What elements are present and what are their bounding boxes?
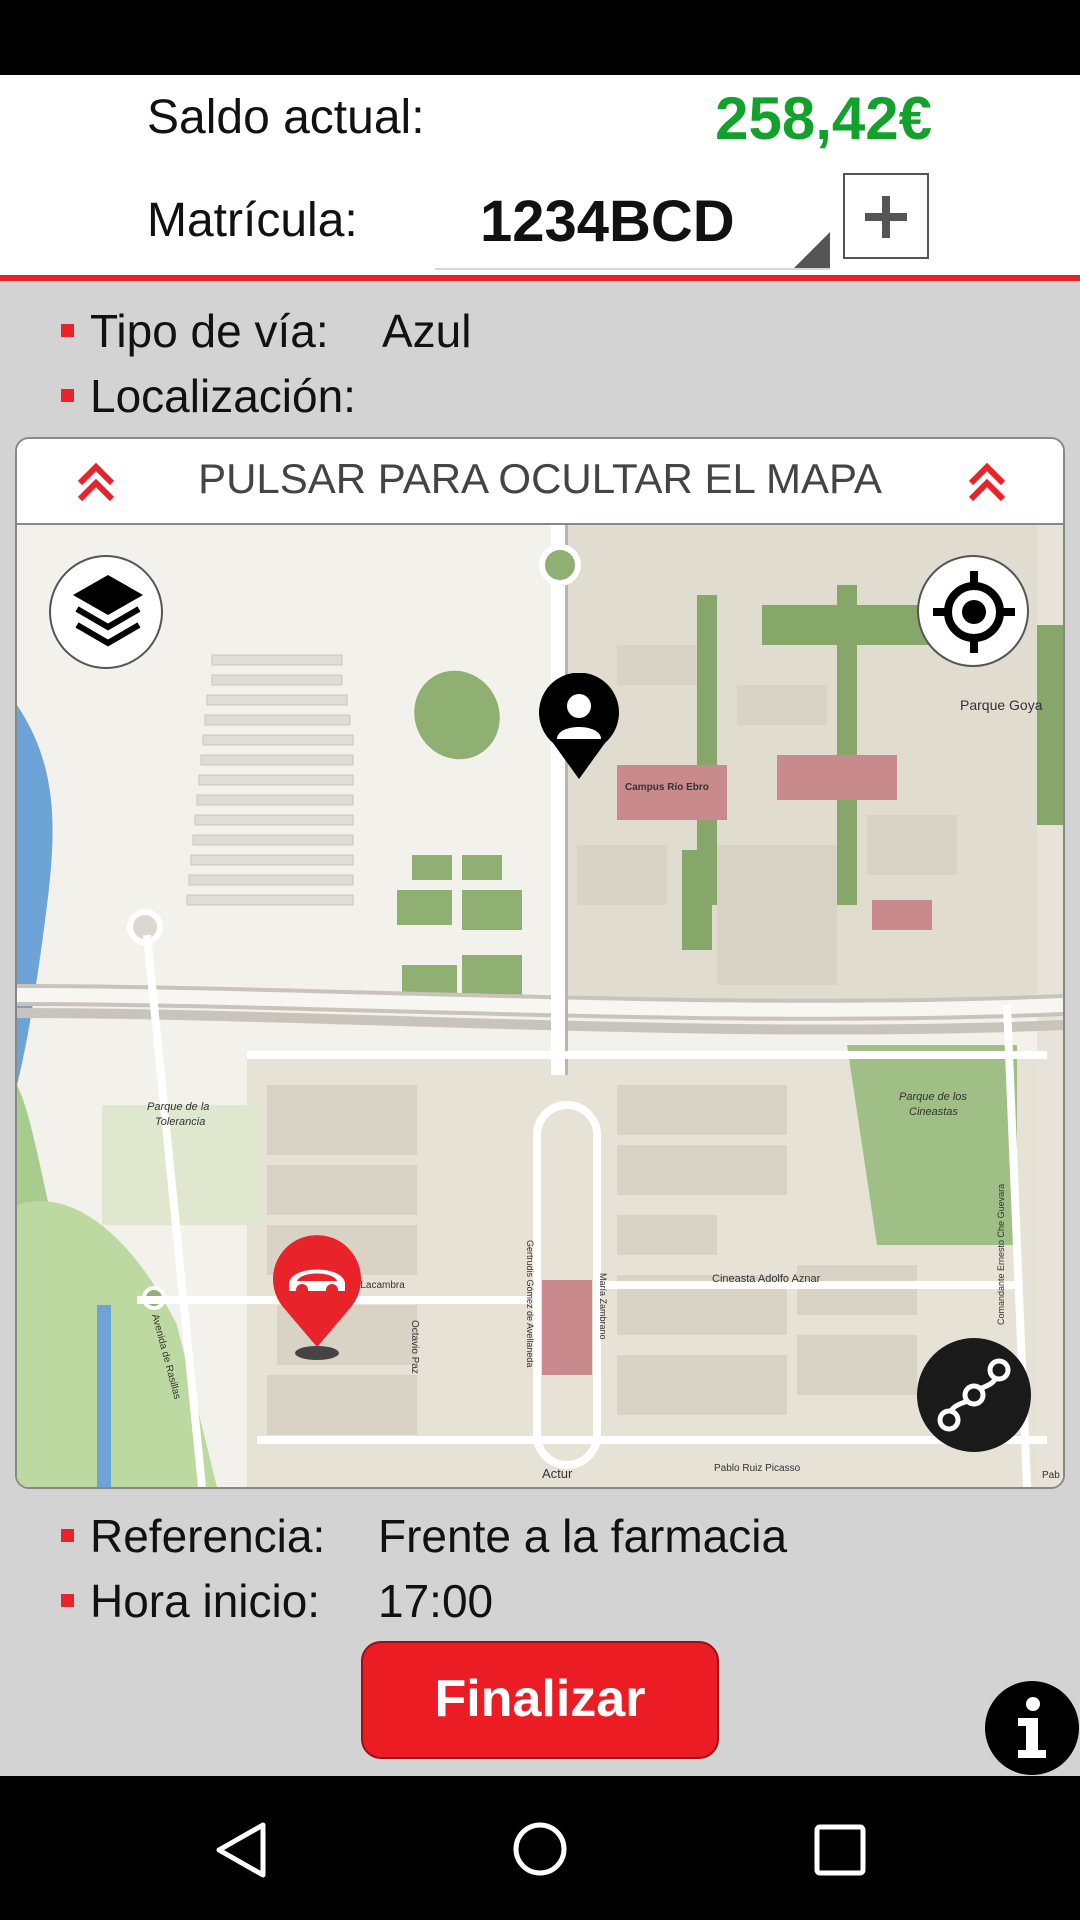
map-label-actur: Actur xyxy=(542,1466,573,1481)
hide-map-label: PULSAR PARA OCULTAR EL MAPA xyxy=(198,455,882,502)
map-label-tolerancia-2: Tolerancia xyxy=(155,1116,205,1128)
map-label-octavio: Octavio Paz xyxy=(409,1320,420,1374)
map-label-tolerancia-1: Parque de la xyxy=(147,1101,209,1113)
route-icon xyxy=(937,1358,1011,1432)
balance-label: Saldo actual: xyxy=(147,91,425,144)
back-icon[interactable] xyxy=(213,1820,269,1880)
status-bar xyxy=(0,0,1080,75)
plus-icon-stroke xyxy=(882,196,890,238)
plate-value: 1234BCD xyxy=(480,189,735,254)
info-button[interactable] xyxy=(985,1681,1079,1775)
map-card: PULSAR PARA OCULTAR EL MAPA Parque Goya … xyxy=(15,437,1065,1489)
locate-me-button[interactable] xyxy=(917,555,1029,667)
add-plate-button[interactable] xyxy=(843,173,929,259)
map-label-parque-goya: Parque Goya xyxy=(960,697,1043,713)
start-time-value: 17:00 xyxy=(378,1575,494,1627)
balance-value: 258,42€ xyxy=(715,85,932,152)
map-label-ernesto: Comandante Ernesto Che Guevara xyxy=(996,1184,1006,1325)
start-time-label: Hora inicio: xyxy=(90,1575,321,1627)
crosshair-icon xyxy=(933,571,1015,653)
plate-label: Matrícula: xyxy=(147,194,358,247)
map-label-gertrudis: Gertrudis Gómez de Avellaneda xyxy=(525,1240,535,1367)
map-label-cineastas-2: Cineastas xyxy=(909,1106,958,1118)
navigation-bar xyxy=(0,1776,1080,1920)
hide-map-toggle[interactable]: PULSAR PARA OCULTAR EL MAPA xyxy=(17,439,1063,525)
bullet-icon xyxy=(61,324,74,337)
home-icon[interactable] xyxy=(511,1820,569,1878)
map-label-campus: Campus Río Ebro xyxy=(625,782,709,793)
road-type-value: Azul xyxy=(382,305,472,357)
parked-car-marker-icon[interactable] xyxy=(267,1235,367,1365)
dropdown-arrow-icon xyxy=(794,232,830,268)
map-label-pablo: Pablo Ruiz Picasso xyxy=(714,1463,801,1474)
location-label: Localización: xyxy=(90,370,356,422)
finalize-button[interactable]: Finalizar xyxy=(361,1641,719,1759)
bullet-icon xyxy=(61,389,74,402)
layers-icon xyxy=(73,575,143,647)
map-label-maria: María Zambrano xyxy=(598,1273,608,1340)
map-canvas: Parque Goya Campus Río Ebro Parque de la… xyxy=(17,525,1063,1487)
reference-value: Frente a la farmacia xyxy=(378,1510,788,1562)
user-location-marker-icon[interactable] xyxy=(535,673,623,783)
map-label-cineasta: Cineasta Adolfo Aznar xyxy=(712,1273,821,1285)
map-label-cineastas-1: Parque de los xyxy=(899,1091,967,1103)
reference-label: Referencia: xyxy=(90,1510,326,1562)
bullet-icon xyxy=(61,1594,74,1607)
plate-dropdown[interactable]: 1234BCD xyxy=(435,178,830,270)
header-divider xyxy=(0,275,1080,281)
route-button[interactable] xyxy=(917,1338,1031,1452)
layers-button[interactable] xyxy=(49,555,163,669)
info-icon xyxy=(1018,1697,1046,1758)
recents-icon[interactable] xyxy=(813,1823,867,1877)
map-label-pab: Pab xyxy=(1042,1470,1060,1481)
road-type-label: Tipo de vía: xyxy=(90,305,329,357)
bullet-icon xyxy=(61,1529,74,1542)
double-chevron-up-icon xyxy=(968,462,1006,502)
map-view[interactable]: Parque Goya Campus Río Ebro Parque de la… xyxy=(17,525,1063,1487)
